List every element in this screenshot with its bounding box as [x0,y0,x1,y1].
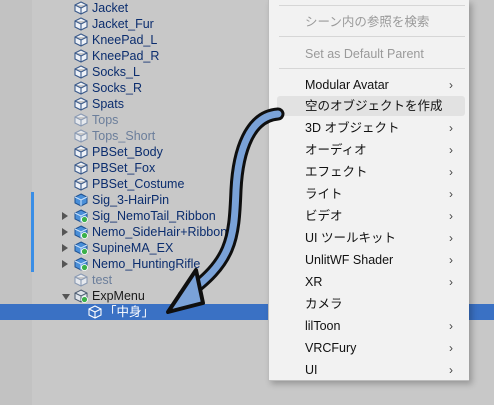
submenu-chevron-icon: › [449,165,453,179]
prefab-cube-icon [74,225,88,239]
prefab-override-marker [31,240,34,256]
submenu-chevron-icon: › [449,209,453,223]
submenu-chevron-icon: › [449,187,453,201]
menu-item-label: 3D オブジェクト [305,121,400,135]
gameobject-cube-icon [74,1,88,15]
gameobject-cube-icon [74,33,88,47]
prefab-override-marker [31,192,34,208]
menu-item-liltoon[interactable]: lilToon › [277,316,465,336]
menu-item-vrcfury[interactable]: VRCFury › [277,338,465,358]
gameobject-cube-icon [74,273,88,287]
row-label: test [92,273,113,287]
menu-item-label: UnlitWF Shader [305,253,394,267]
menu-item-effects[interactable]: エフェクト › [277,162,465,182]
row-label: Jacket [92,1,129,15]
menu-item-label: エフェクト [305,165,368,179]
row-label: PBSet_Costume [92,177,185,191]
menu-item-set-default-parent[interactable]: Set as Default Parent [277,44,465,64]
row-label: PBSet_Body [92,145,163,159]
prefab-override-marker [31,224,34,240]
menu-separator [279,68,465,69]
gameobject-cube-icon [74,177,88,191]
gameobject-cube-icon [74,49,88,63]
menu-item-light[interactable]: ライト › [277,184,465,204]
row-label: Socks_R [92,81,143,95]
row-label: Jacket_Fur [92,17,154,31]
menu-item-label: VRCFury [305,341,357,355]
menu-item-xr[interactable]: XR › [277,272,465,292]
menu-item-audio[interactable]: オーディオ › [277,140,465,160]
gameobject-cube-icon [74,161,88,175]
expand-arrow-icon[interactable] [62,228,68,236]
row-label: Spats [92,97,124,111]
prefab-cube-icon [74,209,88,223]
gameobject-cube-icon [74,97,88,111]
menu-item-label: カメラ [305,297,343,311]
menu-item-unlitwf-shader[interactable]: UnlitWF Shader › [277,250,465,270]
menu-item-label: Modular Avatar [305,78,389,92]
gameobject-cube-icon [74,145,88,159]
gameobject-cube-icon [74,113,88,127]
submenu-chevron-icon: › [449,319,453,333]
submenu-chevron-icon: › [449,275,453,289]
row-label: PBSet_Fox [92,161,156,175]
row-label: Sig_NemoTail_Ribbon [92,209,216,223]
menu-item-create-empty[interactable]: 空のオブジェクトを作成 [277,96,465,116]
menu-item-camera[interactable]: カメラ [277,294,465,314]
row-label: Tops [92,113,119,127]
menu-item-video[interactable]: ビデオ › [277,206,465,226]
prefab-cube-icon [74,193,88,207]
row-label: KneePad_L [92,33,158,47]
menu-item-ui[interactable]: UI › [277,360,465,380]
menu-item-label: UI [305,363,318,377]
gameobject-cube-icon [88,305,102,319]
menu-item-label: 空のオブジェクトを作成 [305,99,443,113]
menu-item-label: UI ツールキット [305,231,396,245]
prefab-override-marker [31,256,34,272]
menu-item-label: オーディオ [305,143,367,157]
menu-separator [279,36,465,37]
menu-separator [279,5,465,6]
menu-item-label: ビデオ [305,209,343,223]
row-label: 「中身」 [104,305,155,319]
submenu-chevron-icon: › [449,363,453,377]
collapse-arrow-icon[interactable] [62,294,70,300]
row-label: KneePad_R [92,49,160,63]
menu-item-3d-object[interactable]: 3D オブジェクト › [277,118,465,138]
gameobject-cube-icon [74,81,88,95]
prefab-cube-icon [74,257,88,271]
row-label: Sig_3-HairPin [92,193,170,207]
row-label: Nemo_HuntingRifle [92,257,201,271]
submenu-chevron-icon: › [449,231,453,245]
expand-arrow-icon[interactable] [62,212,68,220]
prefab-cube-icon [74,289,88,303]
menu-item-find-references[interactable]: シーン内の参照を検索 [277,12,465,32]
submenu-chevron-icon: › [449,143,453,157]
expand-arrow-icon[interactable] [62,244,68,252]
gameobject-cube-icon [74,17,88,31]
gameobject-cube-icon [74,65,88,79]
menu-item-label: lilToon [305,319,341,333]
row-label: SupineMA_EX [92,241,174,255]
left-gutter [0,0,32,405]
expand-arrow-icon[interactable] [62,260,68,268]
menu-item-label: XR [305,275,323,289]
row-label: Socks_L [92,65,140,79]
menu-item-label: ライト [305,187,343,201]
menu-item-ui-toolkit[interactable]: UI ツールキット › [277,228,465,248]
submenu-chevron-icon: › [449,253,453,267]
prefab-override-marker [31,208,34,224]
submenu-chevron-icon: › [449,341,453,355]
submenu-chevron-icon: › [449,121,453,135]
menu-item-label: Set as Default Parent [305,47,424,61]
row-label: Nemo_SideHair+Ribbon [92,225,228,239]
menu-item-label: シーン内の参照を検索 [305,15,430,29]
row-label: ExpMenu [92,289,145,303]
submenu-chevron-icon: › [449,78,453,92]
context-menu: シーン内の参照を検索 Set as Default Parent Modular… [268,0,469,381]
row-label: Tops_Short [92,129,156,143]
prefab-cube-icon [74,241,88,255]
gameobject-cube-icon [74,129,88,143]
menu-item-modular-avatar[interactable]: Modular Avatar › [277,75,465,95]
